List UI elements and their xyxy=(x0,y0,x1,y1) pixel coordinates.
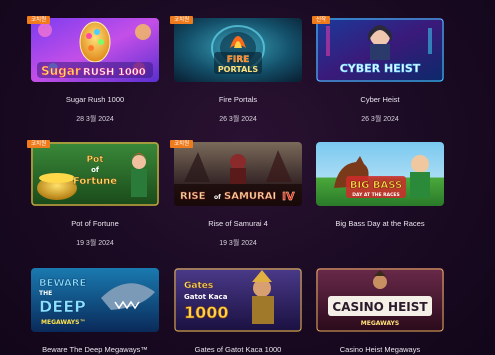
logo-word: CASINO HEIST xyxy=(332,300,428,314)
logo-word: MEGAWAYS™ xyxy=(41,319,85,326)
game-thumbnail[interactable]: BEWARE THE DEEP MEGAWAYS™ xyxy=(31,268,159,332)
game-thumbnail[interactable]: Sugar RUSH 1000 xyxy=(31,18,159,82)
logo-word: Sugar xyxy=(41,64,81,78)
game-card-cyber-heist[interactable]: 신작 CYBER HEIST Cyber Heist 26 3월 2024 xyxy=(312,16,444,124)
logo-word: 1000 xyxy=(184,303,229,322)
release-date: 19 3월 2024 xyxy=(76,240,114,247)
cyber-heist-art: CYBER HEIST xyxy=(316,18,444,82)
logo-word: PORTALS xyxy=(218,65,259,74)
logo-word: HEIST xyxy=(384,62,421,75)
game-thumbnail[interactable]: FIRE PORTALS xyxy=(174,18,302,82)
sugar-rush-art: Sugar RUSH 1000 xyxy=(31,18,159,82)
logo-word: IV xyxy=(282,190,295,203)
logo-word: of xyxy=(91,166,100,174)
game-card-casino-heist-megaways[interactable]: CASINO HEIST MEGAWAYS Casino Heist Megaw… xyxy=(316,268,444,354)
game-grid: 코치원 Sugar RUSH 1000 Sugar Rush 1000 28 3… xyxy=(0,0,495,355)
logo-word: DEEP xyxy=(39,297,86,316)
logo-word: Gates xyxy=(184,281,213,291)
game-thumbnail[interactable]: Pot of Fortune xyxy=(31,142,159,206)
game-title: Pot of Fortune xyxy=(71,219,119,228)
logo-word: MEGAWAYS xyxy=(361,320,399,327)
big-bass-art: BIG BASS DAY AT THE RACES xyxy=(316,142,444,206)
game-thumbnail[interactable]: BIG BASS DAY AT THE RACES xyxy=(316,142,444,206)
new-badge: 신작 xyxy=(312,16,331,24)
logo-word: CYBER xyxy=(340,62,381,75)
game-card-sugar-rush-1000[interactable]: 코치원 Sugar RUSH 1000 Sugar Rush 1000 28 3… xyxy=(27,16,159,124)
game-title: Rise of Samurai 4 xyxy=(208,219,268,228)
release-date: 28 3월 2024 xyxy=(76,116,114,123)
game-card-pot-of-fortune[interactable]: 코치원 Pot of Fortune Pot of Fortune 19 3월 … xyxy=(27,140,159,248)
logo-word: BEWARE xyxy=(39,278,86,289)
game-title: Gates of Gatot Kaca 1000 xyxy=(194,345,282,354)
logo-word: of xyxy=(214,194,221,201)
game-thumbnail[interactable]: RISE of SAMURAI IV xyxy=(174,142,302,206)
release-date: 19 3월 2024 xyxy=(219,240,257,247)
logo-word: BIG BASS xyxy=(350,180,402,191)
game-card-big-bass-day-at-the-races[interactable]: BIG BASS DAY AT THE RACES Big Bass Day a… xyxy=(316,142,444,228)
logo-word: RISE xyxy=(180,191,206,202)
rise-of-samurai-art: RISE of SAMURAI IV xyxy=(174,142,302,206)
new-badge: 코치원 xyxy=(170,16,194,24)
game-card-gates-of-gatot-kaca-1000[interactable]: Gates Gatot Kaca 1000 Gates of Gatot Kac… xyxy=(174,268,302,354)
new-badge: 코치원 xyxy=(27,16,51,24)
logo-word: Fortune xyxy=(73,176,117,187)
game-card-beware-the-deep-megaways[interactable]: BEWARE THE DEEP MEGAWAYS™ Beware The Dee… xyxy=(31,268,159,354)
game-card-rise-of-samurai-4[interactable]: 코치원 RISE of SAMURAI IV Rise of Samurai 4… xyxy=(170,140,302,248)
logo-word: SAMURAI xyxy=(224,191,276,202)
game-thumbnail[interactable]: CASINO HEIST MEGAWAYS xyxy=(316,268,444,332)
game-title: Big Bass Day at the Races xyxy=(335,219,425,228)
game-title: Fire Portals xyxy=(218,95,258,104)
logo-word: Pot xyxy=(86,155,104,165)
logo-word: Gatot Kaca xyxy=(184,293,228,301)
gatot-kaca-art: Gates Gatot Kaca 1000 xyxy=(174,268,302,332)
logo-word: DAY AT THE RACES xyxy=(352,192,399,198)
logo-word: FIRE xyxy=(227,55,250,65)
logo-word: THE xyxy=(39,290,52,297)
casino-heist-art: CASINO HEIST MEGAWAYS xyxy=(316,268,444,332)
game-title: Cyber Heist xyxy=(360,95,400,104)
logo-word: RUSH 1000 xyxy=(83,67,146,78)
game-thumbnail[interactable]: CYBER HEIST xyxy=(316,18,444,82)
pot-of-fortune-art: Pot of Fortune xyxy=(31,142,159,206)
release-date: 26 3월 2024 xyxy=(361,116,399,123)
game-title: Beware The Deep Megaways™ xyxy=(42,345,148,354)
fire-portals-art: FIRE PORTALS xyxy=(174,18,302,82)
game-title: Casino Heist Megaways xyxy=(339,345,421,354)
beware-the-deep-art: BEWARE THE DEEP MEGAWAYS™ xyxy=(31,268,159,332)
release-date: 26 3월 2024 xyxy=(219,116,257,123)
new-badge: 코치원 xyxy=(27,140,51,148)
logo-word: CYBER HEIST xyxy=(340,62,421,75)
game-card-fire-portals[interactable]: 코치원 FIRE PORTALS Fire Portals 26 3월 2024 xyxy=(170,16,302,124)
new-badge: 코치원 xyxy=(170,140,194,148)
game-thumbnail[interactable]: Gates Gatot Kaca 1000 xyxy=(174,268,302,332)
game-title: Sugar Rush 1000 xyxy=(65,95,125,104)
